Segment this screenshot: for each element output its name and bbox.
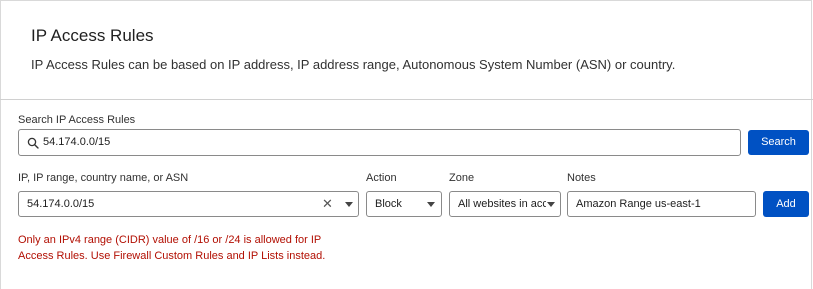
ip-input[interactable]: 54.174.0.0/15 ✕ [18,191,359,217]
zone-select-value: All websites in account [458,198,546,210]
search-input[interactable]: 54.174.0.0/15 [18,129,741,156]
action-select[interactable]: Block [366,191,442,217]
chevron-down-icon [547,202,555,207]
notes-field-label: Notes [567,172,596,184]
ip-input-value: 54.174.0.0/15 [27,198,95,210]
search-label: Search IP Access Rules [18,114,136,126]
search-button[interactable]: Search [748,130,809,155]
page-description: IP Access Rules can be based on IP addre… [31,57,676,72]
notes-input-value: Amazon Range us-east-1 [576,198,701,210]
notes-input[interactable]: Amazon Range us-east-1 [567,191,756,217]
action-select-value: Block [375,198,402,210]
zone-field-label: Zone [449,172,475,184]
zone-select[interactable]: All websites in account [449,191,561,217]
rules-header-card [0,0,812,100]
action-field-label: Action [366,172,397,184]
search-icon [27,137,39,149]
search-input-value: 54.174.0.0/15 [43,136,111,148]
chevron-down-icon[interactable] [345,202,353,207]
add-button[interactable]: Add [763,191,809,217]
ip-field-label: IP, IP range, country name, or ASN [18,172,189,184]
close-icon[interactable]: ✕ [322,197,333,211]
chevron-down-icon [427,202,435,207]
page-title: IP Access Rules [31,26,154,45]
error-message: Only an IPv4 range (CIDR) value of /16 o… [18,234,326,262]
